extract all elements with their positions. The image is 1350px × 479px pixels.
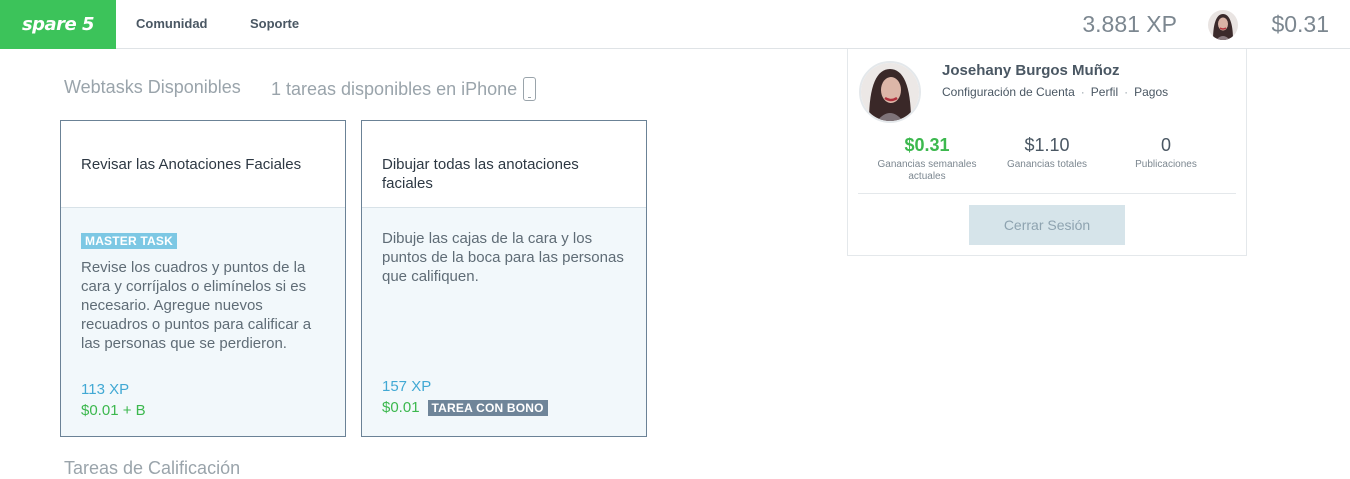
- stat-value: $0.31: [904, 135, 950, 155]
- spare5-logo[interactable]: spare 5: [0, 0, 116, 49]
- stat-label: Ganancias totales: [1006, 159, 1088, 170]
- iphone-tasks-heading[interactable]: 1 tareas disponibles en iPhone: [271, 77, 537, 101]
- profile-link[interactable]: Perfil: [1091, 85, 1118, 99]
- link-separator: ·: [1124, 85, 1129, 99]
- stat-label: Publicaciones: [1135, 159, 1197, 170]
- master-task-badge: MASTER TASK: [81, 233, 177, 249]
- profile-avatar[interactable]: [859, 61, 921, 123]
- phone-icon: [523, 77, 537, 101]
- stat-total-earnings: $1.10 Ganancias totales: [992, 135, 1102, 171]
- task-card-xp: 157 XP: [382, 378, 432, 395]
- task-card-xp: 113 XP: [81, 381, 130, 398]
- link-separator: ·: [1080, 85, 1085, 99]
- logout-button[interactable]: Cerrar Sesión: [969, 205, 1125, 245]
- task-card-revisar[interactable]: Revisar las Anotaciones Faciales MASTER …: [60, 120, 346, 437]
- nav-soporte-link[interactable]: Soporte: [250, 16, 299, 31]
- task-card-pay: $0.01 TAREA CON BONO: [382, 399, 548, 416]
- stat-label: Ganancias semanales actuales: [877, 159, 977, 182]
- nav-comunidad-link[interactable]: Comunidad: [136, 16, 208, 31]
- task-card-description: Revise los cuadros y puntos de la cara y…: [81, 259, 312, 352]
- bonus-task-badge: TAREA CON BONO: [427, 399, 548, 416]
- profile-links: Configuración de Cuenta · Perfil · Pagos: [942, 85, 1168, 99]
- stat-value: $1.10: [1024, 135, 1070, 155]
- stat-weekly-earnings: $0.31 Ganancias semanales actuales: [872, 135, 982, 183]
- iphone-tasks-label: 1 tareas disponibles en iPhone: [271, 78, 518, 99]
- xp-total: 3.881 XP: [1082, 11, 1177, 37]
- task-card-dibujar[interactable]: Dibujar todas las anotaciones faciales D…: [361, 120, 647, 437]
- task-card-title: Revisar las Anotaciones Faciales: [61, 121, 345, 208]
- task-card-pay-value: $0.01 + B: [81, 402, 146, 419]
- top-navigation-bar: spare 5 Comunidad Soporte 3.881 XP $0.31: [0, 0, 1350, 49]
- user-avatar[interactable]: [1208, 10, 1238, 40]
- divider: [858, 193, 1236, 194]
- profile-name: Josehany Burgos Muñoz: [942, 62, 1120, 79]
- payments-link[interactable]: Pagos: [1134, 85, 1168, 99]
- webtasks-heading: Webtasks Disponibles: [64, 77, 241, 97]
- task-card-title: Dibujar todas las anotaciones faciales: [362, 121, 646, 208]
- task-card-pay: $0.01 + B: [81, 402, 146, 419]
- stat-publications: 0 Publicaciones: [1111, 135, 1221, 171]
- balance-amount[interactable]: $0.31: [1271, 11, 1329, 38]
- profile-dropdown: Josehany Burgos Muñoz Configuración de C…: [847, 49, 1247, 256]
- task-card-description: Dibuje las cajas de la cara y los puntos…: [382, 230, 624, 285]
- task-card-pay-value: $0.01: [382, 399, 420, 416]
- account-settings-link[interactable]: Configuración de Cuenta: [942, 85, 1075, 99]
- stat-value: 0: [1160, 135, 1171, 155]
